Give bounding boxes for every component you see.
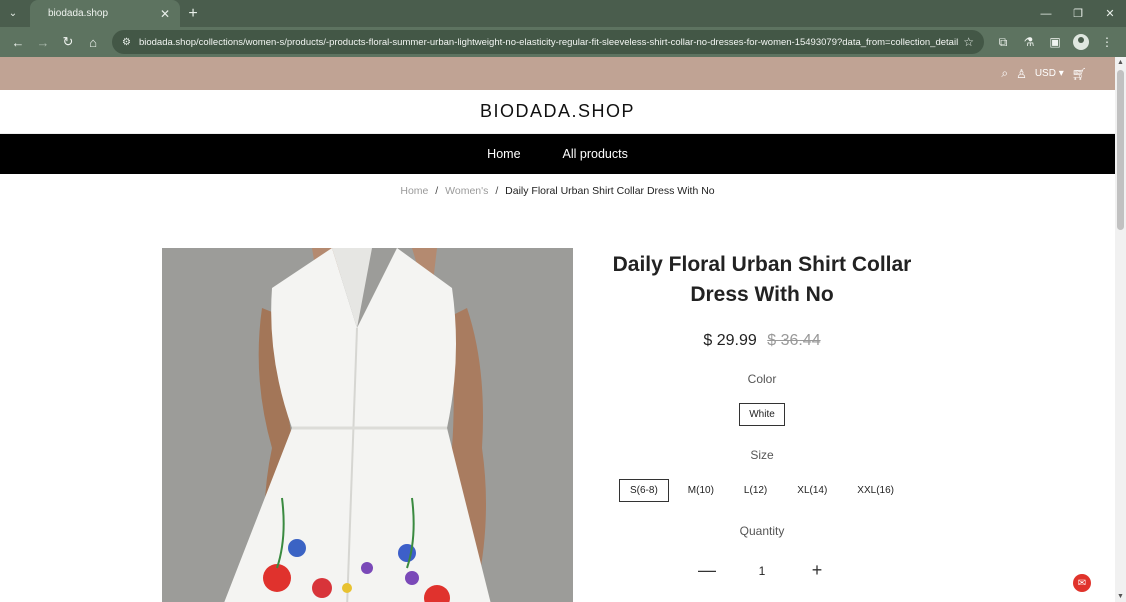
quantity-stepper: — 1 + bbox=[597, 560, 927, 581]
cart-icon[interactable]: 🛒︎ bbox=[1072, 67, 1087, 81]
browser-tab[interactable]: biodada.shop ✕ bbox=[30, 0, 180, 27]
extensions-icon[interactable]: ⧉ bbox=[990, 30, 1016, 54]
search-icon[interactable]: ⌕ bbox=[1001, 66, 1008, 81]
forward-icon[interactable]: → bbox=[31, 30, 55, 54]
product-title: Daily Floral Urban Shirt Collar Dress Wi… bbox=[612, 253, 912, 306]
sale-price: $ 29.99 bbox=[703, 332, 757, 349]
side-panel-icon[interactable]: ▣ bbox=[1042, 30, 1068, 54]
size-option-s[interactable]: S(6-8) bbox=[619, 479, 669, 502]
color-label: Color bbox=[747, 372, 777, 386]
size-options: S(6-8) M(10) L(12) XL(14) XXL(16) bbox=[597, 479, 927, 502]
size-option-xl[interactable]: XL(14) bbox=[786, 479, 838, 502]
tab-title: biodada.shop bbox=[48, 8, 109, 19]
account-icon[interactable]: ♙ bbox=[1016, 67, 1027, 81]
support-chat-icon[interactable]: ✉ bbox=[1073, 574, 1091, 592]
utility-bar: ⌕ ♙ USD ▾ 🛒︎ bbox=[0, 57, 1115, 90]
browser-tab-bar: ⌄ biodada.shop ✕ + — ❐ ✕ bbox=[0, 0, 1126, 27]
breadcrumb-home[interactable]: Home bbox=[400, 185, 428, 197]
scroll-up-icon[interactable]: ▲ bbox=[1117, 59, 1124, 66]
currency-label: USD bbox=[1034, 68, 1056, 79]
bookmark-star-icon[interactable]: ☆ bbox=[963, 35, 974, 49]
site-info-icon[interactable]: ⚙ bbox=[122, 37, 131, 48]
scrollbar-thumb[interactable] bbox=[1117, 70, 1124, 230]
back-icon[interactable]: ← bbox=[6, 30, 30, 54]
product-image[interactable] bbox=[162, 248, 573, 602]
quantity-decrease-icon[interactable]: — bbox=[697, 560, 717, 581]
size-option-xxl[interactable]: XXL(16) bbox=[846, 479, 905, 502]
main-navigation: Home All products bbox=[0, 134, 1115, 174]
tab-search-icon[interactable]: ⌄ bbox=[0, 0, 26, 27]
tab-close-icon[interactable]: ✕ bbox=[160, 7, 170, 21]
dress-photo-illustration bbox=[162, 248, 573, 602]
size-label: Size bbox=[750, 448, 774, 462]
size-option-l[interactable]: L(12) bbox=[733, 479, 778, 502]
quantity-label: Quantity bbox=[739, 524, 785, 538]
breadcrumb: Home / Women's / Daily Floral Urban Shir… bbox=[0, 185, 1115, 197]
restore-icon[interactable]: ❐ bbox=[1062, 0, 1094, 27]
address-bar[interactable]: ⚙ biodada.shop/collections/women-s/produ… bbox=[112, 30, 984, 54]
original-price: $ 36.44 bbox=[767, 332, 821, 349]
site-logo[interactable]: BIODADA.SHOP bbox=[480, 101, 635, 122]
product-info: Daily Floral Urban Shirt Collar Dress Wi… bbox=[597, 248, 927, 581]
reload-icon[interactable]: ↻ bbox=[56, 30, 80, 54]
nav-item-home[interactable]: Home bbox=[487, 147, 520, 161]
scroll-down-icon[interactable]: ▼ bbox=[1117, 593, 1124, 600]
minimize-icon[interactable]: — bbox=[1030, 0, 1062, 27]
page-scrollbar[interactable]: ▲ ▼ bbox=[1115, 57, 1126, 602]
quantity-increase-icon[interactable]: + bbox=[807, 560, 827, 581]
menu-kebab-icon[interactable]: ⋮ bbox=[1094, 30, 1120, 54]
labs-icon[interactable]: ⚗ bbox=[1016, 30, 1042, 54]
new-tab-icon[interactable]: + bbox=[180, 0, 206, 27]
profile-avatar-icon[interactable] bbox=[1073, 34, 1089, 50]
color-option-white[interactable]: White bbox=[739, 403, 785, 426]
breadcrumb-current: Daily Floral Urban Shirt Collar Dress Wi… bbox=[505, 185, 715, 197]
window-controls: — ❐ ✕ bbox=[1030, 0, 1126, 27]
url-text[interactable]: biodada.shop/collections/women-s/product… bbox=[139, 37, 963, 48]
nav-item-all-products[interactable]: All products bbox=[563, 147, 628, 161]
browser-toolbar: ← → ↻ ⌂ ⚙ biodada.shop/collections/women… bbox=[0, 27, 1126, 57]
site-header: BIODADA.SHOP bbox=[0, 90, 1115, 134]
size-option-m[interactable]: M(10) bbox=[677, 479, 725, 502]
breadcrumb-category[interactable]: Women's bbox=[445, 185, 488, 197]
close-window-icon[interactable]: ✕ bbox=[1094, 0, 1126, 27]
breadcrumb-separator: / bbox=[495, 185, 499, 197]
quantity-value[interactable]: 1 bbox=[747, 564, 777, 578]
page-content: ⌕ ♙ USD ▾ 🛒︎ BIODADA.SHOP Home All produ… bbox=[0, 57, 1115, 602]
price-row: $ 29.99 $ 36.44 bbox=[597, 332, 927, 350]
breadcrumb-separator: / bbox=[435, 185, 439, 197]
home-icon[interactable]: ⌂ bbox=[81, 30, 105, 54]
currency-selector[interactable]: USD ▾ bbox=[1035, 68, 1064, 79]
